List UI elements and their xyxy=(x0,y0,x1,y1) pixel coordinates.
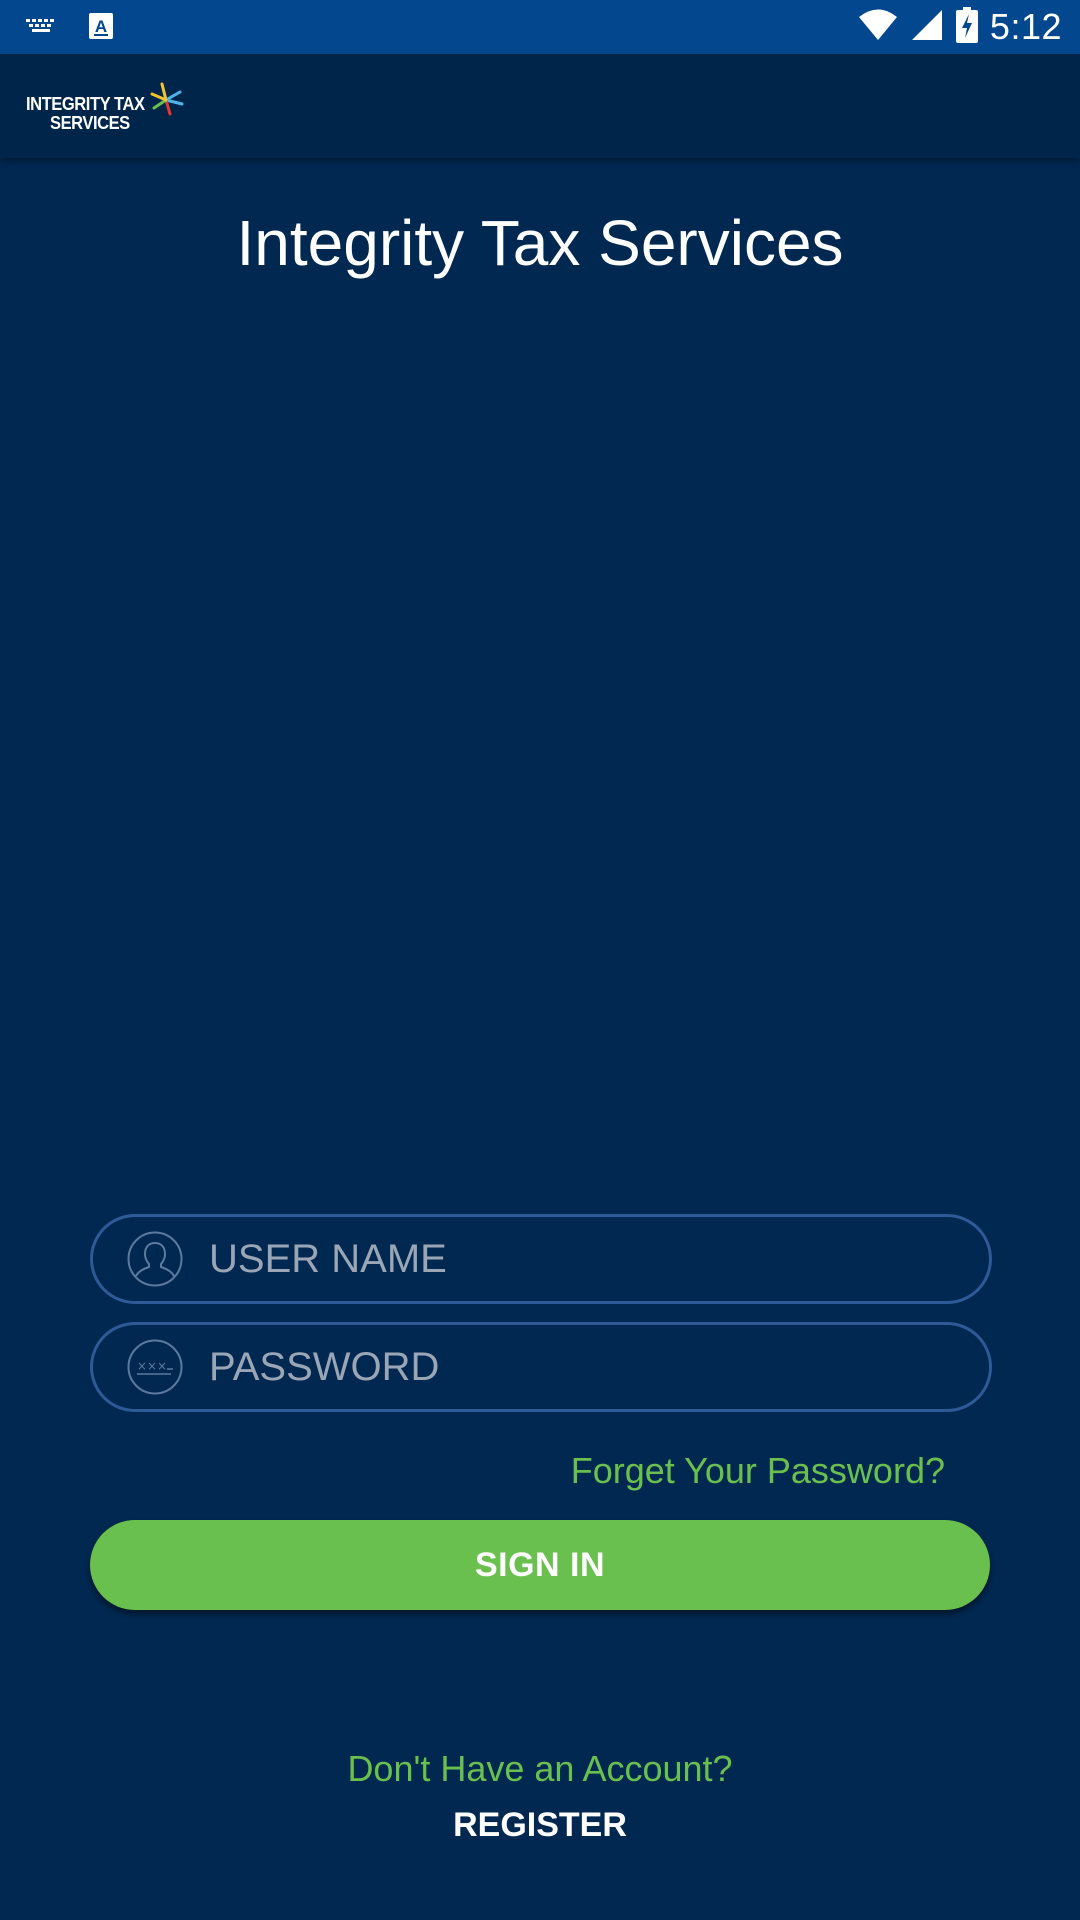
password-input[interactable] xyxy=(209,1325,949,1409)
status-bar-left-icons: A xyxy=(24,12,114,45)
logo-text-line1: INTEGRITY TAX xyxy=(26,94,145,114)
signal-icon xyxy=(910,8,944,47)
username-input[interactable] xyxy=(209,1217,949,1301)
status-bar-clock: 5:12 xyxy=(989,6,1062,47)
svg-text:A: A xyxy=(95,17,107,36)
password-field[interactable]: ××× xyxy=(90,1322,992,1412)
no-account-text: Don't Have an Account? xyxy=(347,1748,733,1789)
svg-text:×××: ××× xyxy=(137,1359,167,1373)
page-title: Integrity Tax Services xyxy=(236,207,844,279)
keyboard-icon xyxy=(24,13,58,44)
status-bar: A 5:12 xyxy=(0,0,1080,54)
status-bar-right-icons: 5:12 xyxy=(858,6,1062,48)
user-icon xyxy=(127,1231,183,1287)
password-icon: ××× xyxy=(127,1339,183,1395)
text-input-icon: A xyxy=(88,12,114,45)
forgot-password-link[interactable]: Forget Your Password? xyxy=(571,1450,945,1492)
sign-in-button[interactable]: SIGN IN xyxy=(90,1520,990,1610)
logo-star-icon xyxy=(146,80,186,120)
battery-charging-icon xyxy=(955,6,978,48)
app-logo[interactable]: INTEGRITY TAX SERVICES xyxy=(26,80,186,136)
logo-text-line2: SERVICES xyxy=(50,113,130,133)
register-link[interactable]: REGISTER xyxy=(0,1806,1080,1845)
app-bar: INTEGRITY TAX SERVICES xyxy=(0,54,1080,158)
username-field[interactable] xyxy=(90,1214,992,1304)
wifi-icon xyxy=(858,8,898,47)
